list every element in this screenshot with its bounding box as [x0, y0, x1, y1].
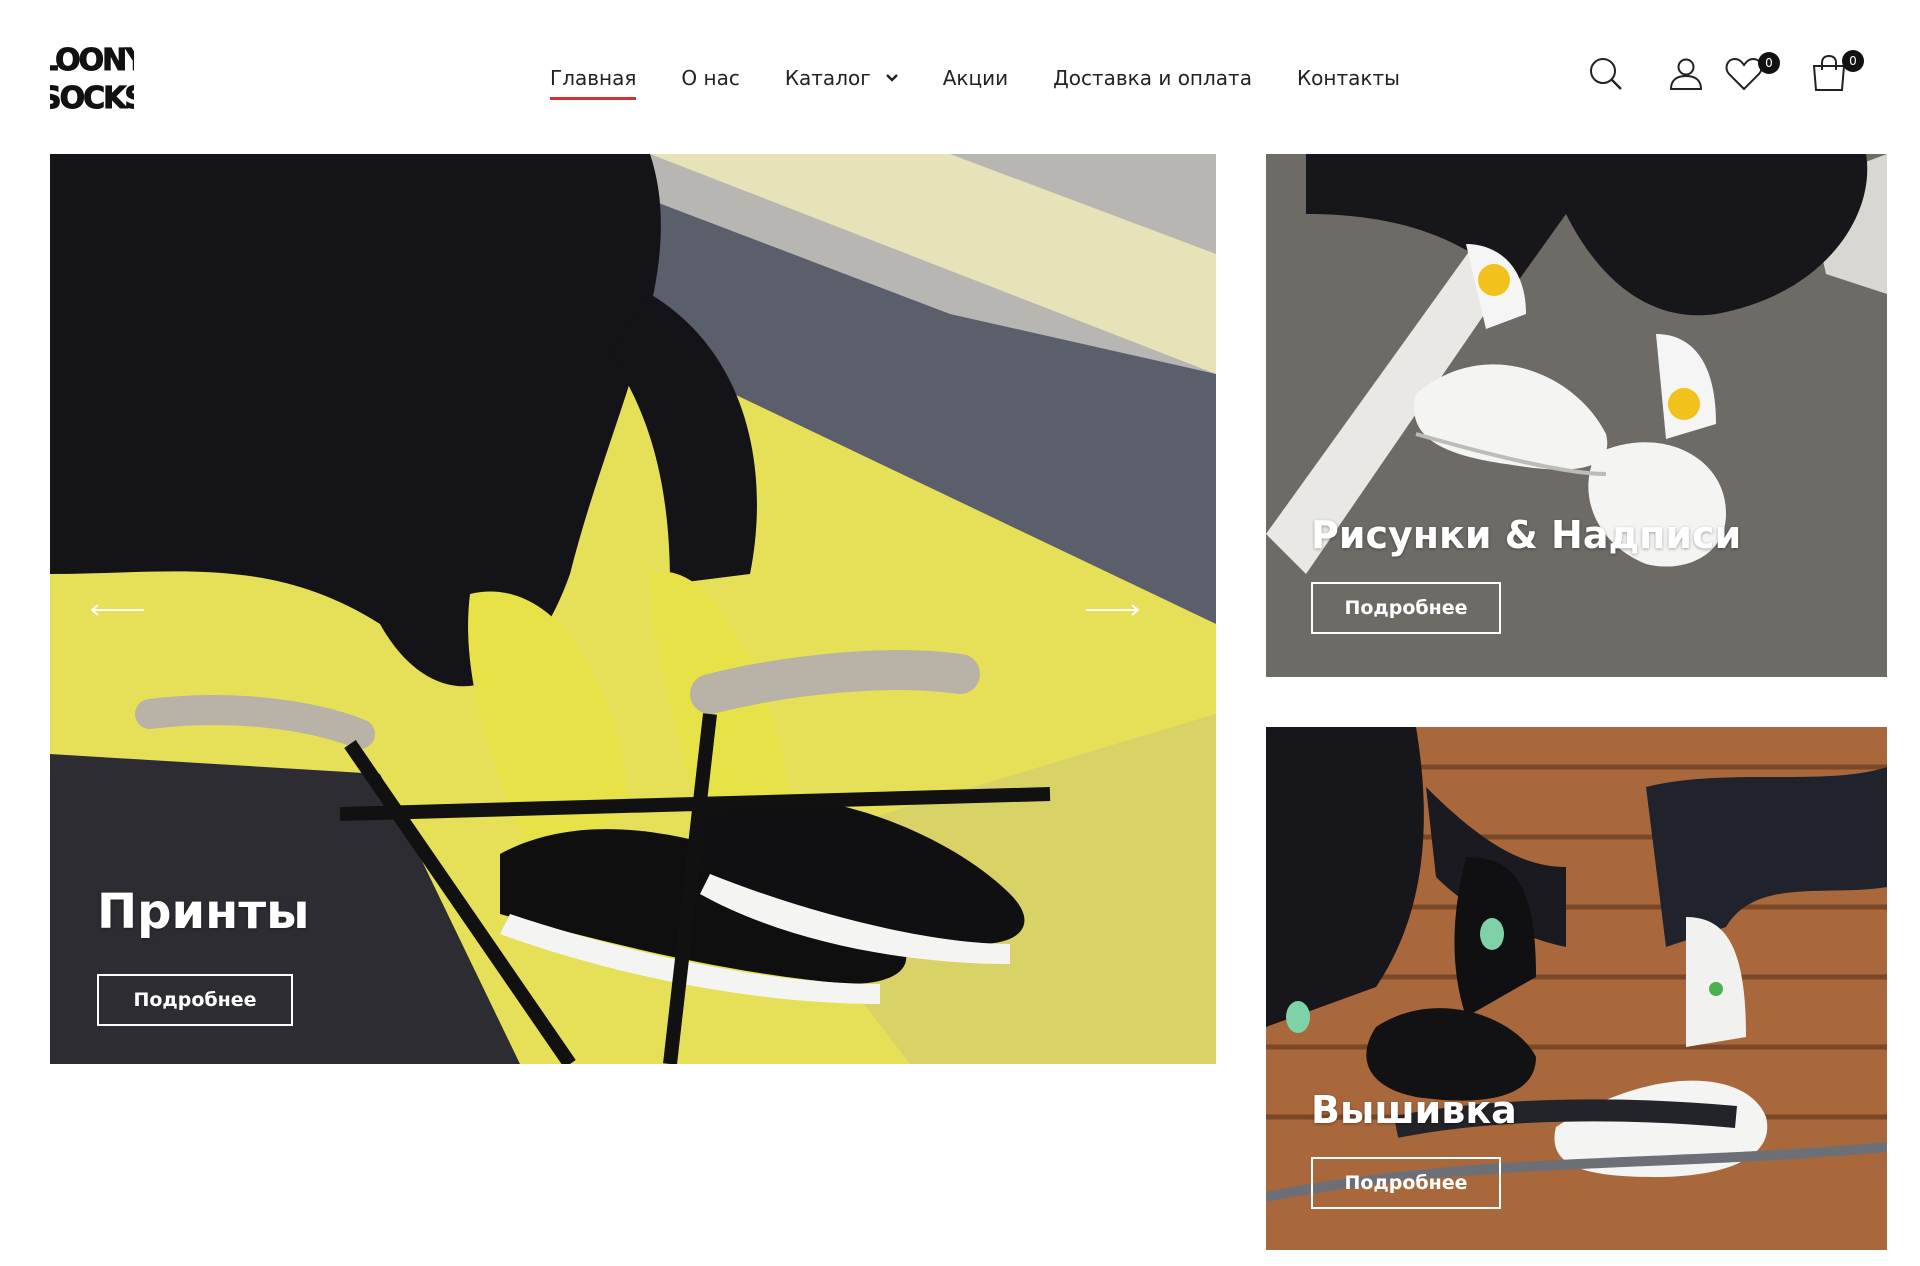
banner-1-more-button[interactable]: Подробнее	[1311, 582, 1501, 634]
banner-1-title: Рисунки & Надписи	[1311, 513, 1742, 557]
nav-item-catalog[interactable]: Каталог	[785, 66, 899, 90]
logo-line-1: LOONY	[50, 43, 134, 78]
chevron-down-icon	[885, 74, 898, 82]
nav-item-contacts[interactable]: Контакты	[1297, 66, 1400, 90]
search-icon[interactable]	[1588, 56, 1624, 92]
banner-2-more-button[interactable]: Подробнее	[1311, 1157, 1501, 1209]
logo-line-2: SOCKS	[50, 81, 134, 116]
banner-prints-lettering[interactable]: Рисунки & Надписи Подробнее	[1266, 154, 1887, 677]
nav-item-catalog-label: Каталог	[784, 66, 871, 90]
arrow-right-icon[interactable]	[1084, 604, 1140, 616]
hero-title: Принты	[97, 884, 310, 940]
main-nav: Главная О нас Каталог Акции Доставка и о…	[550, 62, 1400, 100]
wishlist-button[interactable]: 0	[1724, 52, 1780, 99]
arrow-left-icon[interactable]	[90, 604, 146, 616]
banner-2-title: Вышивка	[1311, 1088, 1517, 1132]
hero-slider[interactable]: Принты Подробнее	[50, 154, 1216, 1064]
cart-button[interactable]: 0	[1810, 50, 1864, 99]
nav-item-about[interactable]: О нас	[681, 66, 739, 90]
cart-count-badge: 0	[1842, 50, 1864, 72]
nav-item-home[interactable]: Главная	[550, 66, 637, 100]
brand-logo[interactable]: LOONY SOCKS	[39, 38, 151, 117]
nav-item-promotions[interactable]: Акции	[943, 66, 1008, 90]
hero-more-button[interactable]: Подробнее	[97, 974, 293, 1026]
user-icon[interactable]	[1668, 56, 1704, 92]
banner-embroidery[interactable]: Вышивка Подробнее	[1266, 727, 1887, 1250]
brand-logo-mark: LOONY SOCKS	[39, 43, 151, 117]
nav-item-delivery[interactable]: Доставка и оплата	[1053, 66, 1252, 90]
wishlist-count-badge: 0	[1758, 52, 1780, 74]
